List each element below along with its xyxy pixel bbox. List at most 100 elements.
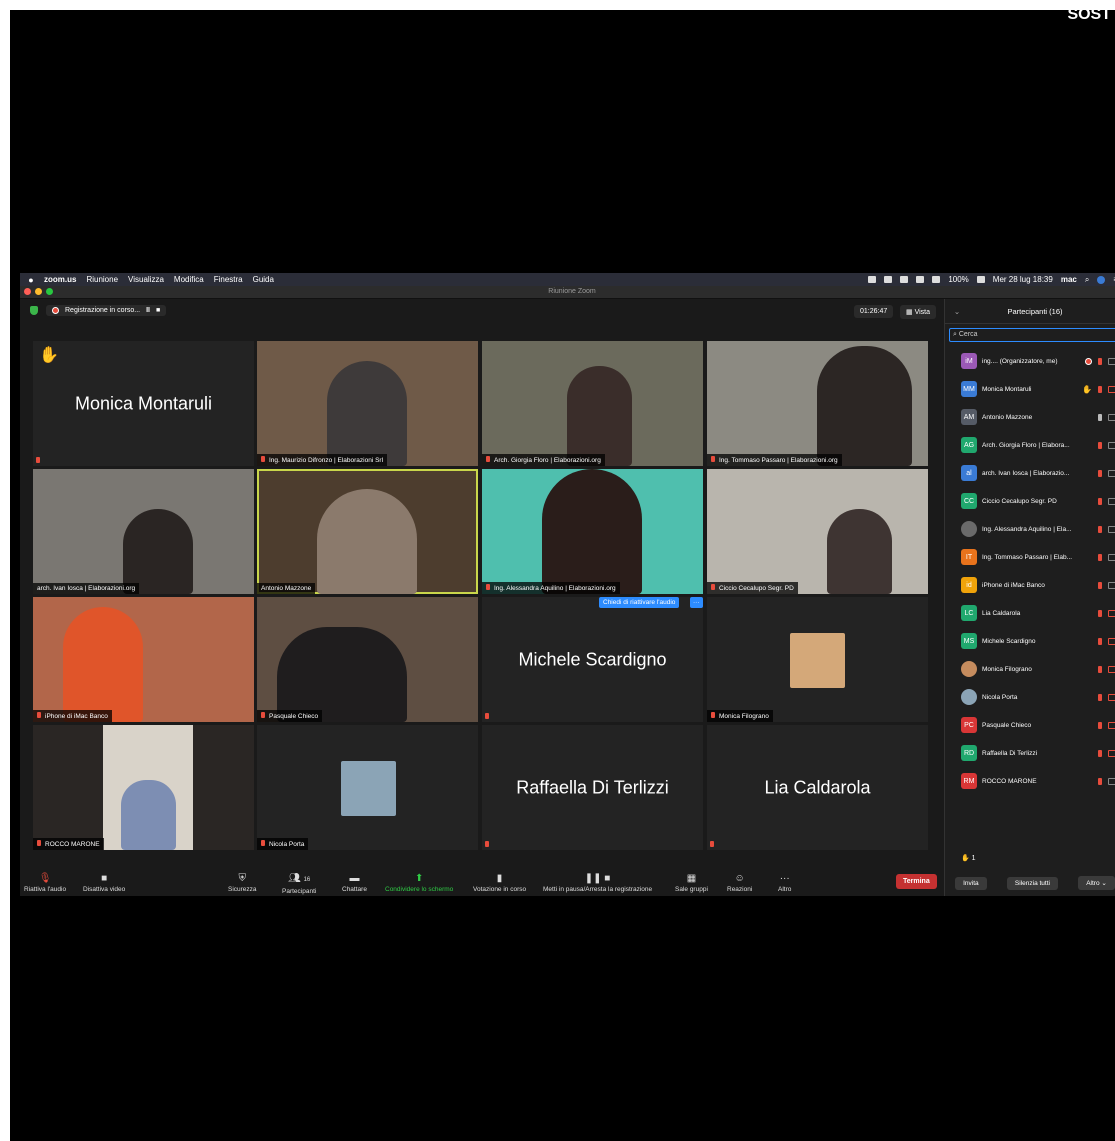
video-tile-lia-caldarola[interactable]: Lia Caldarola — [707, 725, 928, 850]
video-tile-giorgia-floro[interactable]: Arch. Giorgia Floro | Elaborazioni.org — [482, 341, 703, 466]
menu-visualizza[interactable]: Visualizza — [128, 275, 164, 284]
video-tile-iphone-imac-banco[interactable]: iPhone di iMac Banco — [33, 597, 254, 722]
participant-status-icons — [1098, 525, 1115, 533]
participant-name: Lia Caldarola — [982, 609, 1021, 617]
close-window-button[interactable] — [24, 288, 31, 295]
participant-row[interactable]: RM ROCCO MARONE — [945, 767, 1115, 795]
participant-row[interactable]: MS Michele Scardigno — [945, 627, 1115, 655]
video-tile-rocco-marone[interactable]: ROCCO MARONE — [33, 725, 254, 850]
chat-button[interactable]: ▬ Chattare — [342, 873, 367, 893]
video-tile-alessandra-aquilino[interactable]: Ing. Alessandra Aquilino | Elaborazioni.… — [482, 469, 703, 594]
participant-video-feed — [567, 366, 632, 466]
muted-mic-icon — [485, 841, 489, 847]
screen-record-icon[interactable] — [884, 276, 893, 283]
video-tile-ciccio-cecalupo[interactable]: Ciccio Cecalupo Segr. PD — [707, 469, 928, 594]
menu-modifica[interactable]: Modifica — [174, 275, 204, 284]
stop-recording-button[interactable]: ■ — [156, 307, 160, 314]
muted-mic-icon — [1098, 441, 1102, 449]
pause-stop-recording-button[interactable]: ❚❚ ■ Metti in pausa/Arresta la registraz… — [543, 873, 652, 893]
participant-name: arch. Ivan Iosca | Elaborazio... — [982, 469, 1070, 477]
wifi-icon[interactable] — [976, 276, 985, 283]
video-tile-raffaella-di-terlizzi[interactable]: Raffaella Di Terlizzi — [482, 725, 703, 850]
volume-icon[interactable] — [932, 276, 941, 283]
participant-avatar: iM — [961, 353, 977, 369]
participant-row[interactable]: CC Ciccio Cecalupo Segr. PD — [945, 487, 1115, 515]
pause-recording-button[interactable]: II — [146, 307, 150, 314]
participant-row[interactable]: Ing. Alessandra Aquilino | Ela... — [945, 515, 1115, 543]
chevron-down-icon[interactable]: ⌄ — [945, 307, 969, 316]
battery-percent[interactable]: 100% — [948, 275, 968, 284]
video-tile-ivan-iosca[interactable]: arch. Ivan Iosca | Elaborazioni.org — [33, 469, 254, 594]
participant-row[interactable]: RD Raffaella Di Terlizzi — [945, 739, 1115, 767]
location-icon[interactable] — [868, 276, 877, 283]
share-screen-button[interactable]: ⬆ Condividere lo schermo — [385, 873, 453, 893]
tile-label-text: Nicola Porta — [269, 841, 305, 848]
video-tile-monica-filograno[interactable]: Monica Filograno — [707, 597, 928, 722]
minimize-window-button[interactable] — [35, 288, 42, 295]
video-tile-antonio-mazzone[interactable]: Antonio Mazzone — [257, 469, 478, 594]
participant-status-icons — [1085, 357, 1115, 365]
poll-bars-icon: ▮ — [496, 873, 503, 884]
menu-finestra[interactable]: Finestra — [214, 275, 243, 284]
tile-display-name: Michele Scardigno — [518, 649, 667, 669]
mute-all-button[interactable]: Silenzia tutti — [1006, 876, 1058, 890]
tile-label: ROCCO MARONE — [33, 838, 104, 850]
poll-button[interactable]: ▮ Votazione in corso — [473, 873, 526, 893]
menu-guida[interactable]: Guida — [253, 275, 274, 284]
tile-label-text: Arch. Giorgia Floro | Elaborazioni.org — [494, 457, 601, 464]
video-tile-michele-scardigno[interactable]: Chiedi di riattivare l'audio ··· Michele… — [482, 597, 703, 722]
encryption-shield-icon[interactable] — [30, 306, 38, 315]
participants-button[interactable]: 👥︎ 16 Partecipanti — [282, 873, 316, 895]
participant-row[interactable]: AM Antonio Mazzone — [945, 403, 1115, 431]
security-button[interactable]: ⛨ Sicurezza — [228, 873, 257, 893]
participant-row[interactable]: Nicola Porta — [945, 683, 1115, 711]
menu-app-name[interactable]: zoom.us — [44, 275, 76, 284]
bluetooth-icon[interactable] — [900, 276, 909, 283]
participant-row[interactable]: iM ing.... (Organizzatore, me) — [945, 347, 1115, 375]
camera-off-icon — [1108, 665, 1115, 673]
zoom-window-button[interactable] — [46, 288, 53, 295]
view-button[interactable]: ▦ Vista — [900, 305, 936, 319]
end-meeting-button[interactable]: Termina — [896, 874, 937, 889]
participant-search-input[interactable]: ⌕ Cerca — [949, 328, 1115, 342]
video-tile-tommaso-passaro[interactable]: Ing. Tommaso Passaro | Elaborazioni.org — [707, 341, 928, 466]
participant-status-icons: ✋ — [1082, 385, 1115, 394]
recording-indicator: Registrazione in corso... II ■ — [46, 305, 167, 316]
participant-row[interactable]: PC Pasquale Chieco — [945, 711, 1115, 739]
view-label: Vista — [914, 309, 930, 316]
apple-menu-icon[interactable]: ● — [24, 275, 38, 285]
video-tile-nicola-porta[interactable]: Nicola Porta — [257, 725, 478, 850]
tile-more-options-button[interactable]: ··· — [690, 597, 703, 608]
menubar-user[interactable]: mac — [1061, 275, 1077, 284]
ask-to-unmute-button[interactable]: Chiedi di riattivare l'audio — [599, 597, 680, 608]
spotlight-icon[interactable]: ⌕ — [1085, 275, 1089, 285]
tile-label-text: Ing. Alessandra Aquilino | Elaborazioni.… — [494, 585, 616, 592]
unmute-button[interactable]: 🎙︎ Riattiva l'audio — [24, 873, 66, 893]
reactions-button[interactable]: ☺ Reazioni — [727, 873, 752, 893]
video-tile-pasquale-chieco[interactable]: Pasquale Chieco — [257, 597, 478, 722]
participant-status-icons — [1098, 749, 1115, 757]
siri-icon[interactable] — [1097, 275, 1106, 284]
participant-photo — [961, 661, 977, 677]
participant-row[interactable]: AG Arch. Giorgia Floro | Elabora... — [945, 431, 1115, 459]
camera-icon — [1108, 777, 1115, 785]
participant-row[interactable]: IT Ing. Tommaso Passaro | Elab... — [945, 543, 1115, 571]
participant-row[interactable]: Monica Filograno — [945, 655, 1115, 683]
video-tile-maurizio-difronzo[interactable]: Ing. Maurizio Difronzo | Elaborazioni Sr… — [257, 341, 478, 466]
participant-row[interactable]: id iPhone di iMac Banco — [945, 571, 1115, 599]
participant-row[interactable]: LC Lia Caldarola — [945, 599, 1115, 627]
time-machine-icon[interactable] — [916, 276, 925, 283]
stop-video-button[interactable]: ■ Disattiva video — [83, 873, 125, 893]
participant-avatar: PC — [961, 717, 977, 733]
menu-riunione[interactable]: Riunione — [86, 275, 118, 284]
menubar-clock[interactable]: Mer 28 lug 18:39 — [993, 275, 1053, 284]
breakout-rooms-button[interactable]: ▦ Sale gruppi — [675, 873, 708, 893]
panel-more-button[interactable]: Altro ⌄ — [1078, 876, 1115, 890]
camera-off-icon — [1108, 609, 1115, 617]
more-button[interactable]: ··· Altro — [778, 873, 791, 893]
video-tile-monica-montaruli[interactable]: ✋ Monica Montaruli — [33, 341, 254, 466]
participant-row[interactable]: al arch. Ivan Iosca | Elaborazio... — [945, 459, 1115, 487]
participant-row[interactable]: MM Monica Montaruli ✋ — [945, 375, 1115, 403]
invite-button[interactable]: Invita — [955, 876, 987, 890]
participant-status-icons — [1098, 497, 1115, 505]
